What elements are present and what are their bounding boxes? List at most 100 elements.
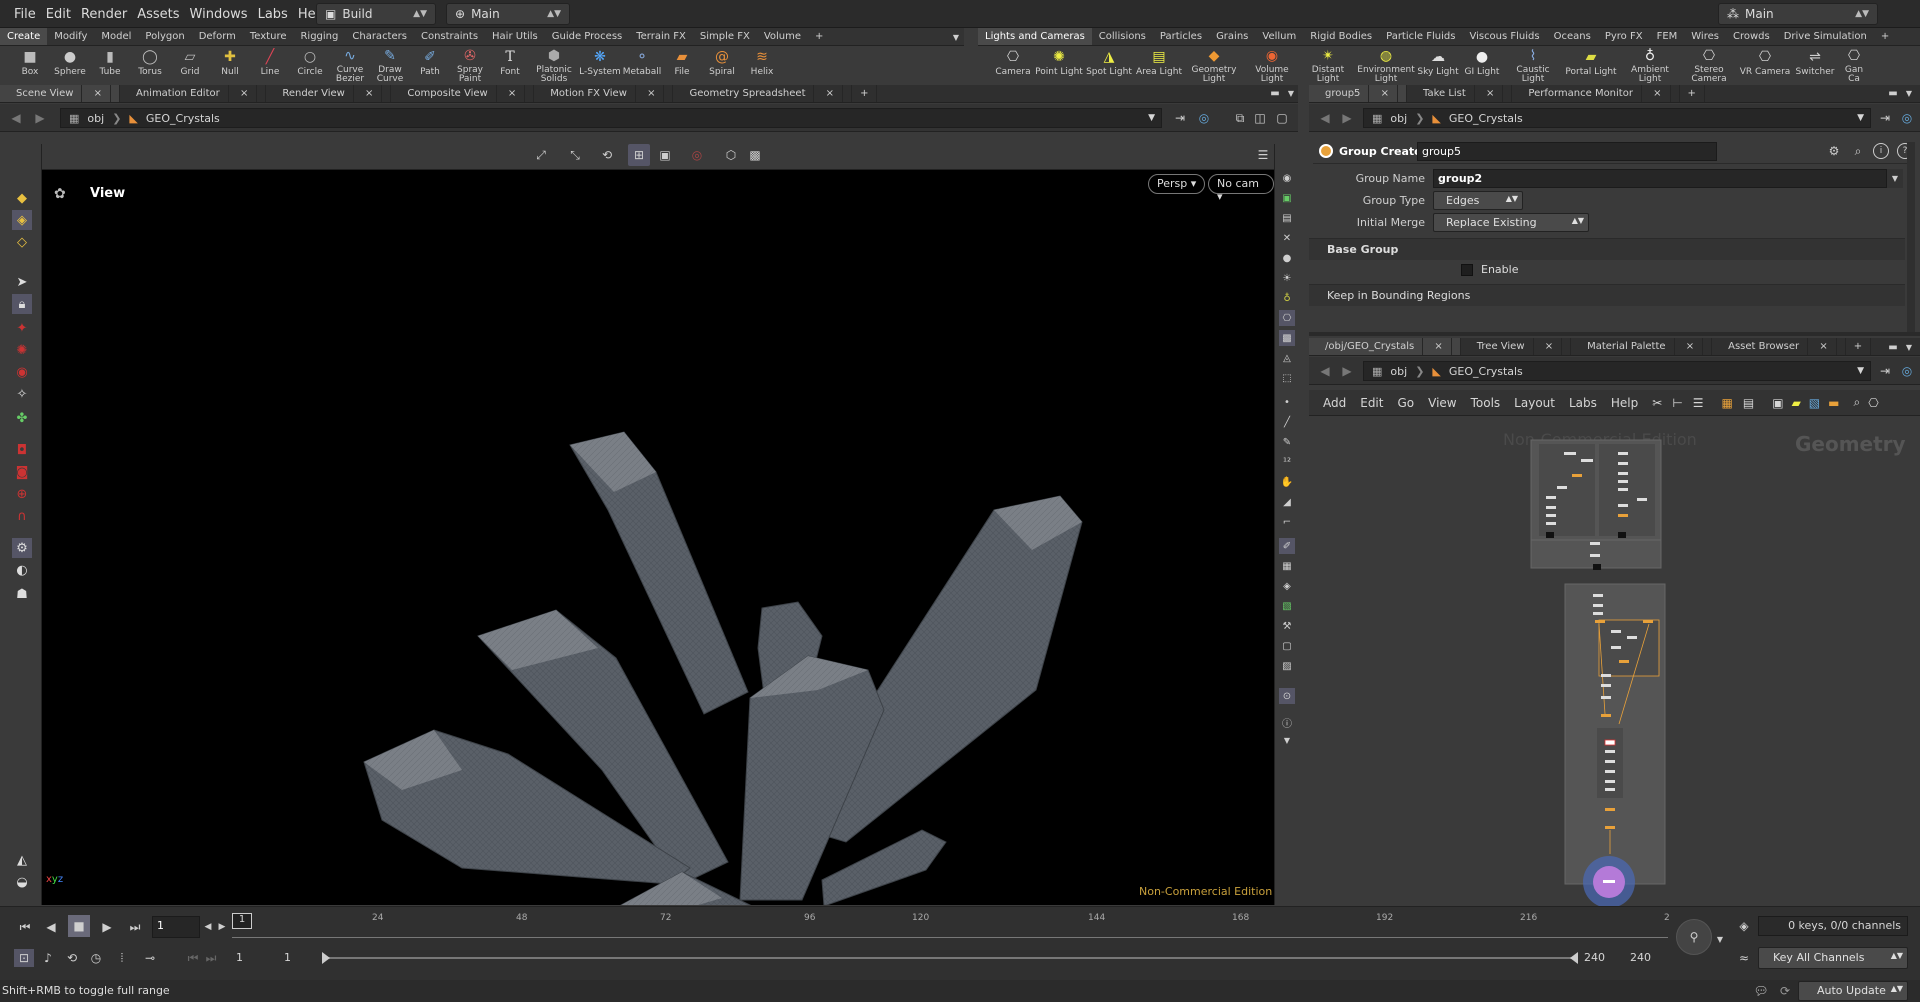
- enable-checkbox[interactable]: [1461, 264, 1473, 276]
- orbit-icon[interactable]: ◐: [12, 560, 32, 580]
- path-root[interactable]: obj: [87, 112, 104, 125]
- tab-group5[interactable]: group5 ×: [1309, 85, 1407, 102]
- point-icon[interactable]: •: [1279, 394, 1295, 410]
- snap-icon[interactable]: ⊞: [628, 144, 650, 166]
- tool-switcher[interactable]: ⇌ Switcher: [1792, 46, 1838, 84]
- tool-box[interactable]: ■ Box: [10, 46, 50, 84]
- audio-icon[interactable]: ♪: [38, 949, 58, 967]
- shelf-tab[interactable]: Characters: [345, 28, 414, 45]
- flipbook-icon[interactable]: ▩: [746, 146, 764, 164]
- tool-null[interactable]: ✚ Null: [210, 46, 250, 84]
- shelf-tab[interactable]: Rigging: [293, 28, 345, 45]
- tool-circle[interactable]: ○ Circle: [290, 46, 330, 84]
- tool-file[interactable]: ▰ File: [662, 46, 702, 84]
- grid-icon[interactable]: ▦: [1279, 558, 1295, 574]
- shelf-tab[interactable]: Particles: [1153, 28, 1209, 45]
- tool-helix[interactable]: ≋ Helix: [742, 46, 782, 84]
- tool-spiral[interactable]: @ Spiral: [702, 46, 742, 84]
- tool-gan-ca[interactable]: ⎔ Gan Ca: [1838, 46, 1870, 84]
- close-icon[interactable]: ×: [1811, 338, 1837, 355]
- group-type-menu[interactable]: Edges ▲▼: [1433, 191, 1523, 210]
- box-icon[interactable]: ▢: [1279, 638, 1295, 654]
- close-icon[interactable]: ×: [1677, 338, 1704, 355]
- tab-take-list[interactable]: Take List ×: [1407, 85, 1513, 102]
- add-tab-button[interactable]: +: [852, 85, 878, 102]
- state-icon[interactable]: ◆: [12, 188, 32, 208]
- tool-spray-paint[interactable]: ✇ Spray Paint: [450, 46, 490, 84]
- camera-icon[interactable]: ⎔: [1279, 310, 1295, 326]
- light-tool-icon[interactable]: ☗: [12, 584, 32, 604]
- bulb-icon[interactable]: ♁: [1279, 290, 1295, 306]
- light-icon[interactable]: ☀: [1279, 270, 1295, 286]
- shelf-tab[interactable]: Guide Process: [545, 28, 629, 45]
- normals-icon[interactable]: ⬚: [1279, 370, 1295, 386]
- split-icon[interactable]: ◫: [1252, 110, 1268, 126]
- tab-scene-view[interactable]: Scene View ×: [0, 85, 120, 102]
- context-select[interactable]: ⊕ Main ▲▼: [446, 3, 570, 25]
- tool-stereo-camera[interactable]: ⎔ Stereo Camera: [1680, 46, 1738, 84]
- close-icon[interactable]: ×: [499, 85, 526, 102]
- tool-ambient-light[interactable]: ♁ Ambient Light: [1620, 46, 1680, 84]
- info-icon[interactable]: i: [1873, 143, 1889, 159]
- pane-arrow-icon[interactable]: ▼: [1902, 340, 1916, 354]
- shelf-tab[interactable]: Texture: [243, 28, 294, 45]
- link-icon[interactable]: ◎: [1899, 110, 1915, 126]
- rotate-tool-icon[interactable]: ✺: [12, 340, 32, 360]
- tool-camera[interactable]: ⎔ Camera: [992, 46, 1034, 84]
- path-node[interactable]: GEO_Crystals: [146, 112, 220, 125]
- pane-menu-icon[interactable]: ▬: [1886, 86, 1900, 100]
- tree-icon[interactable]: ⊢: [1672, 396, 1682, 410]
- magnet-icon[interactable]: ⊕: [12, 484, 32, 504]
- path-node[interactable]: GEO_Crystals: [1449, 365, 1523, 378]
- tool-l-system[interactable]: ❋ L-System: [578, 46, 622, 84]
- network-box-icon[interactable]: ▧: [1809, 396, 1820, 410]
- brush-icon[interactable]: ✎: [1279, 434, 1295, 450]
- shelf-tab[interactable]: FEM: [1650, 28, 1685, 45]
- step-back-icon[interactable]: ◀: [40, 917, 62, 937]
- net-menu-labs[interactable]: Labs: [1569, 396, 1597, 410]
- tool-area-light[interactable]: ▤ Area Light: [1134, 46, 1184, 84]
- chevron-down-icon[interactable]: ▼: [1857, 113, 1864, 123]
- net-menu-add[interactable]: Add: [1323, 396, 1346, 410]
- close-icon[interactable]: ×: [85, 85, 111, 102]
- tool-font[interactable]: T Font: [490, 46, 530, 84]
- grid-view-icon[interactable]: ▦: [1722, 396, 1733, 410]
- shelf-tab[interactable]: Simple FX: [693, 28, 757, 45]
- shading-icon[interactable]: ◒: [12, 872, 32, 892]
- camera-icon[interactable]: ⎔: [1868, 396, 1878, 410]
- pane-menu-icon[interactable]: ▬: [1886, 340, 1900, 354]
- net-menu-tools[interactable]: Tools: [1471, 396, 1501, 410]
- tool-tube[interactable]: ▮ Tube: [90, 46, 130, 84]
- lock-icon[interactable]: ▤: [1279, 210, 1295, 226]
- tool-caustic-light[interactable]: ⌇ Caustic Light: [1504, 46, 1562, 84]
- rotate-icon[interactable]: ⟲: [598, 146, 616, 164]
- wire-icon[interactable]: ◬: [1279, 350, 1295, 366]
- menu-windows[interactable]: Windows: [190, 7, 248, 22]
- ghost-icon[interactable]: ✕: [1279, 230, 1295, 246]
- pose-icon[interactable]: ✧: [12, 384, 32, 404]
- sphere-icon[interactable]: ●: [1279, 250, 1295, 266]
- tool-volume-light[interactable]: ◉ Volume Light: [1244, 46, 1300, 84]
- frame-ruler[interactable]: 1 24 48 72 96 120 144 168 192 216 2: [232, 913, 1670, 943]
- info-icon[interactable]: ⓘ: [1279, 714, 1295, 730]
- table-view-icon[interactable]: ▤: [1743, 396, 1754, 410]
- close-icon[interactable]: ×: [1426, 338, 1452, 355]
- close-icon[interactable]: ×: [357, 85, 383, 102]
- select-arrow-icon[interactable]: ➤: [12, 272, 32, 292]
- chevron-down-icon[interactable]: ▼: [1279, 732, 1295, 748]
- pin-icon[interactable]: ⇥: [1877, 110, 1893, 126]
- key-all-channels-menu[interactable]: Key All Channels ▲▼: [1758, 947, 1908, 969]
- group-name-field[interactable]: group2: [1433, 169, 1887, 188]
- network-editor[interactable]: Non-Commercial Edition Geometry: [1309, 424, 1920, 906]
- add-shelf-tab[interactable]: +: [1874, 28, 1896, 45]
- path-field[interactable]: ▦ obj ❯ ◣ GEO_Crystals ▼: [1363, 361, 1871, 381]
- shelf-tab[interactable]: Grains: [1209, 28, 1255, 45]
- link-icon[interactable]: ◎: [1899, 363, 1915, 379]
- pane-divider[interactable]: [1309, 332, 1920, 336]
- shelf-tab[interactable]: Modify: [47, 28, 94, 45]
- search-icon[interactable]: ⌕: [1853, 395, 1860, 410]
- tool-environment-light[interactable]: ◍ Environment Light: [1356, 46, 1416, 84]
- pane-menu-icon[interactable]: ▬: [1268, 86, 1282, 100]
- tab-network[interactable]: /obj/GEO_Crystals ×: [1309, 338, 1461, 355]
- path-field[interactable]: ▦ obj ❯ ◣ GEO_Crystals ▼: [1363, 108, 1871, 128]
